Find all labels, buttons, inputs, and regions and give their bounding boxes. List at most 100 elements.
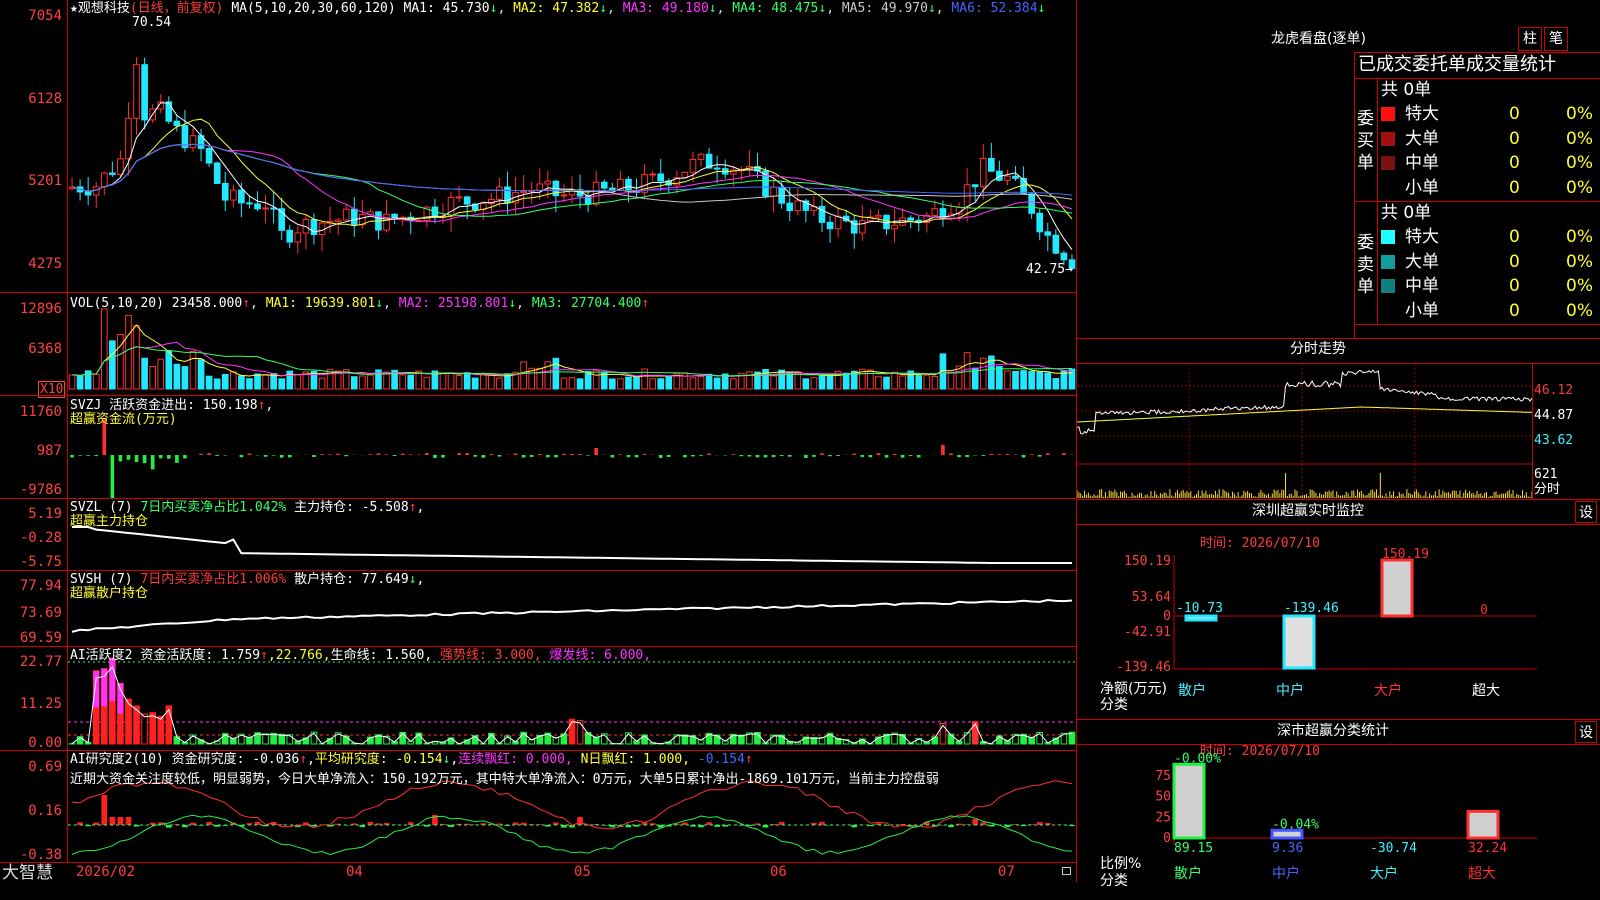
bar-bottom-label: 32.24 [1468,841,1507,856]
candlestick-chart[interactable] [68,0,1076,292]
volume-bar [254,373,261,390]
star-icon: ★ [70,1,78,16]
candle-body [536,183,544,192]
volume-bar [1052,378,1060,390]
candle-body [1060,252,1068,261]
order-percent: 0% [1566,177,1593,198]
bar-value-label: -139.46 [1284,601,1339,616]
candle-body [125,117,132,160]
volume-bar [463,372,471,390]
y-tick: 69.59 [19,630,62,646]
volume-bar [617,378,624,390]
candle-body [383,213,390,231]
sell-side-label: 委卖单 [1357,233,1374,297]
sz-monitor-xlabel: 分类 [1100,697,1128,713]
order-count: 0 [1509,251,1520,272]
volume-bar [665,376,673,390]
candle-body [858,220,866,234]
volume-bar [350,376,358,390]
net-flow-bar-chart[interactable]: 150.1953.640-42.91-139.46-10.73散户-139.46… [1077,525,1600,705]
candle-body [794,200,802,212]
volume-bar [141,357,148,390]
y-tick: 0.69 [28,759,62,775]
sz-monitor-settings-button[interactable]: 设 [1575,501,1597,523]
high-price-note: 70.54 [132,15,172,30]
volume-bar [689,377,697,390]
volume-bar [278,378,286,390]
y-tick: 150.19 [1124,554,1171,569]
buy-side-label: 委买单 [1357,109,1374,173]
activity-bar [568,718,576,745]
candle-body [1004,175,1011,181]
volume-bar [100,308,108,390]
pen-mode-button[interactable]: 笔 [1544,27,1568,51]
bar-mode-button[interactable]: 柱 [1518,27,1542,51]
candle-body [318,222,326,236]
activity-bar [125,698,132,745]
vol-ma3-line [71,346,1073,377]
color-swatch [1381,180,1395,195]
research-line [71,780,1073,830]
ma2-value: MA2: 47.382 [513,1,600,16]
candle-body [100,172,108,188]
volume-bar [471,377,479,390]
volume-bar [496,377,503,390]
volume-bar [608,378,616,390]
volume-bar [681,372,689,390]
sz-class-settings-button[interactable]: 设 [1575,721,1597,743]
intraday-chart[interactable] [1077,364,1532,499]
volume-bar [367,374,374,390]
research-bar [117,817,124,825]
volume-bar [439,372,447,390]
volume-bar [826,373,834,390]
down-arrow-icon: ↓ [927,1,936,16]
chart-mode[interactable]: (日线，前复权) [130,1,224,16]
candle-body [649,173,656,176]
class-ratio-bar-chart[interactable]: 75 50 25 0 -0.00% 89.15 散户 -0.04% 9.36 中户 -30.74 大户… [1077,745,1600,900]
volume-bar [883,376,890,390]
order-size-label: 小单 [1405,300,1439,321]
sell-total: 共 0单 [1381,203,1432,223]
intraday-tick: 44.87 [1534,408,1574,423]
ai-research-chart[interactable] [68,751,1076,862]
order-count: 0 [1509,177,1520,198]
x-tick: 07 [998,864,1015,880]
color-swatch [1381,254,1395,269]
panel-sep [0,395,1076,396]
volume-bar [213,378,221,390]
y-tick: 11.25 [19,696,62,712]
intraday-tick: 43.62 [1534,433,1574,448]
lock-icon[interactable] [1062,867,1071,875]
volume-bar [996,365,1003,390]
sz-class-xlabel: 分类 [1100,873,1128,889]
candle-body [689,158,697,173]
volume-bar [560,377,568,390]
svzl-legend: SVZL (7) 7日内买卖净占比1.042% 主力持仓: -5.508↑, [70,500,425,515]
low-price-note: 42.75→ [1026,262,1073,277]
order-percent: 0% [1566,104,1593,124]
activity-bar [157,715,165,745]
candle-body [350,208,358,226]
y-tick: 50 [1155,790,1171,805]
volume-bar [221,373,229,390]
candle-body [84,191,92,196]
color-swatch [1381,131,1395,146]
y-tick: -0.38 [19,847,62,863]
candle-body [246,202,253,205]
ma2-line [71,118,1073,227]
y-axis-ai1: 22.77 11.25 0.00 [0,647,66,751]
brand-label: 大智慧 [2,863,53,883]
candle-body [544,180,552,185]
order-size-label: 中单 [1405,276,1439,296]
volume-bar [947,371,955,390]
volume-bar [181,366,189,390]
activity-peak [109,658,116,702]
order-size-label: 大单 [1405,128,1439,149]
stock-name[interactable]: 观想科技 [78,1,130,16]
candle-body [496,186,503,200]
retail-holding-line [71,598,1073,633]
x-tick: 2026/02 [76,864,136,880]
flow-bar [1184,614,1218,622]
candle-body [238,189,245,204]
category-label: 大户 [1374,682,1402,699]
